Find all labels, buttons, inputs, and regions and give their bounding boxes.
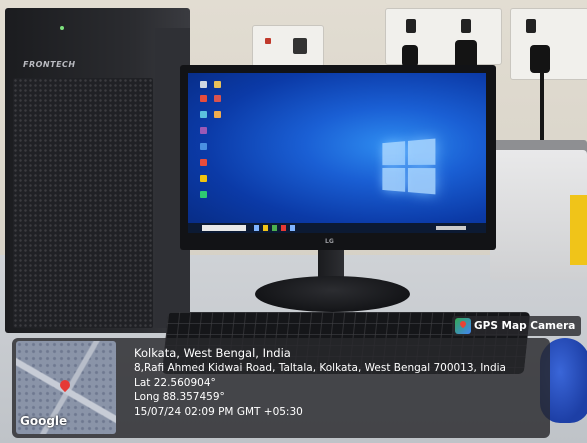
system-tray-icon	[436, 226, 466, 230]
desktop-screen	[188, 73, 486, 233]
socket	[406, 19, 416, 33]
desktop-app-icon	[200, 95, 207, 102]
location-latitude: Lat 22.560904°	[134, 376, 544, 391]
location-longitude: Long 88.357459°	[134, 390, 544, 405]
cpu-tower: FRONTECH	[5, 8, 190, 333]
taskbar-app-icon	[272, 225, 277, 231]
power-plug	[402, 45, 418, 67]
printer-sticker	[570, 195, 587, 265]
recycle-bin-icon	[200, 81, 207, 88]
desktop-app-icon	[200, 127, 207, 134]
monitor-stand-base	[255, 276, 410, 312]
monitor-brand-logo: LG	[325, 238, 334, 245]
taskbar	[188, 223, 486, 233]
windows-logo-icon	[382, 138, 436, 195]
switch-board-center	[252, 25, 324, 67]
socket	[461, 19, 471, 33]
socket	[293, 38, 307, 54]
desktop-app-icon	[200, 143, 207, 150]
desktop-app-icon	[214, 111, 221, 118]
taskbar-app-icon	[290, 225, 295, 231]
desktop-app-icon	[200, 191, 207, 198]
indicator-light	[265, 38, 271, 44]
location-address: 8,Rafi Ahmed Kidwai Road, Taltala, Kolka…	[134, 361, 544, 376]
gps-camera-label: GPS Map Camera	[474, 320, 575, 332]
gps-map-camera-icon	[455, 318, 471, 334]
desktop-app-icon	[200, 159, 207, 166]
location-datetime: 15/07/24 02:09 PM GMT +05:30	[134, 405, 544, 420]
tower-brand-logo: FRONTECH	[23, 60, 76, 69]
power-led	[60, 26, 64, 30]
gps-camera-tag: GPS Map Camera	[452, 316, 581, 336]
desktop-app-icon	[214, 95, 221, 102]
desktop-app-icon	[214, 81, 221, 88]
monitor: LG	[180, 65, 496, 250]
desktop-app-icon	[200, 175, 207, 182]
taskbar-app-icon	[254, 225, 259, 231]
map-attribution: Google	[20, 414, 67, 428]
tower-mesh-front	[13, 78, 153, 328]
power-plug	[530, 45, 550, 73]
location-title: Kolkata, West Bengal, India	[134, 345, 544, 361]
taskbar-app-icon	[263, 225, 268, 231]
desktop-app-icon	[200, 111, 207, 118]
socket	[526, 19, 536, 33]
taskbar-search-box	[202, 225, 246, 231]
location-info: Kolkata, West Bengal, India 8,Rafi Ahmed…	[134, 345, 544, 419]
taskbar-app-icon	[281, 225, 286, 231]
